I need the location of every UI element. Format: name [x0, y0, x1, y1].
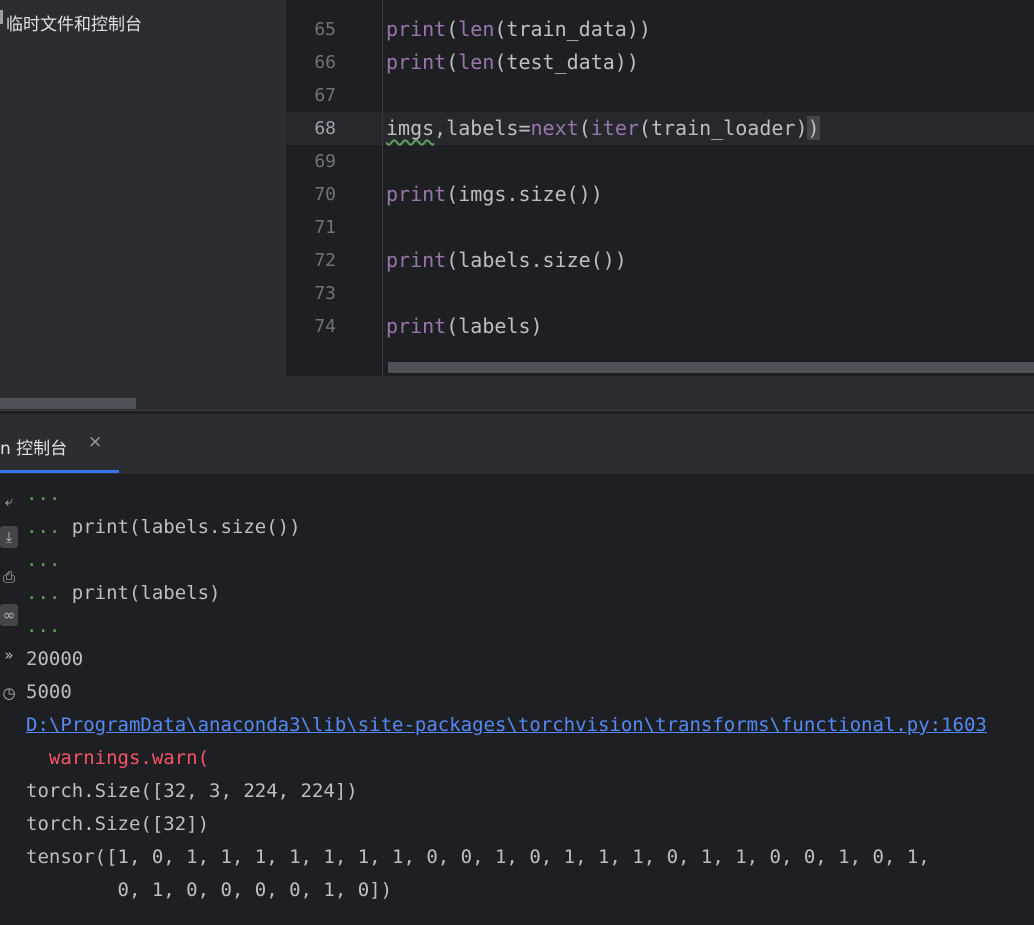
code-token: ,labels [434, 116, 519, 140]
code-token: print [386, 314, 447, 338]
history-icon[interactable]: ◷ [0, 682, 18, 704]
project-panel-scrollbar[interactable] [0, 398, 136, 409]
line-number: 72 [314, 250, 336, 271]
soft-wrap-icon[interactable]: ⤶ [0, 490, 18, 512]
code-token: print [386, 248, 447, 272]
line-number: 74 [314, 316, 336, 337]
console-line: ... print(labels.size()) [26, 511, 301, 544]
console-output[interactable]: ... ... print(labels.size()) ... ... pri… [22, 474, 1034, 925]
code-token: (train_data)) [494, 17, 651, 41]
console-line: ... [26, 544, 60, 577]
code-token: len [458, 17, 495, 41]
code-token: ( [446, 50, 459, 74]
matching-bracket: ) [807, 116, 820, 140]
console-output-line: tensor([1, 0, 1, 1, 1, 1, 1, 1, 1, 0, 0,… [26, 846, 930, 868]
console-output-line: 20000 [26, 648, 84, 670]
code-token: (imgs.size()) [446, 182, 603, 206]
console-text: print(labels) [60, 582, 221, 604]
code-token: iter [590, 116, 639, 140]
code-token: (train_loader) [638, 116, 808, 140]
code-line[interactable]: print(len(test_data)) [386, 46, 639, 79]
console-output-line: 5000 [26, 681, 72, 703]
code-token: print [386, 17, 447, 41]
editor-footer [286, 376, 1034, 410]
code-token: (test_data)) [494, 50, 639, 74]
line-number-gutter: 65 66 67 68 69 70 71 72 73 74 [286, 0, 382, 376]
scratches-and-consoles-item[interactable]: 临时文件和控制台 [6, 10, 142, 35]
console-prompt: ... [26, 516, 61, 538]
console-header [0, 414, 1034, 474]
code-token: = [518, 116, 531, 140]
line-number: 73 [314, 283, 336, 304]
code-line-current[interactable]: imgs,labels=next(iter(train_loader)) [386, 112, 820, 145]
close-icon[interactable]: × [88, 432, 102, 452]
console-output-line: torch.Size([32]) [26, 813, 210, 835]
console-line: ... [26, 478, 60, 511]
code-token: ( [446, 17, 459, 41]
print-icon[interactable]: ⎙ [0, 566, 18, 588]
code-token: imgs [386, 116, 435, 140]
code-token: ( [578, 116, 591, 140]
line-number: 66 [314, 52, 336, 73]
code-token: len [458, 50, 495, 74]
code-token: print [386, 182, 447, 206]
more-icon[interactable]: » [0, 644, 18, 666]
console-prompt: ... [26, 615, 61, 637]
scroll-to-end-icon[interactable]: ⤓ [0, 526, 18, 548]
code-token: (labels) [446, 314, 543, 338]
code-line[interactable]: print(labels) [386, 310, 543, 343]
console-line: ... [26, 610, 60, 643]
line-number: 71 [314, 217, 336, 238]
editor-horizontal-scrollbar[interactable] [388, 362, 1034, 373]
warning-line: warnings.warn( [26, 747, 210, 769]
project-panel: 临时文件和控制台 [0, 0, 286, 410]
console-tab-label: n 控制台 [0, 439, 68, 459]
file-link[interactable]: D:\ProgramData\anaconda3\lib\site-packag… [26, 709, 987, 742]
console-prompt: ... [26, 582, 61, 604]
code-line[interactable]: print(imgs.size()) [386, 178, 603, 211]
line-number: 68 [314, 118, 336, 139]
console-output-line: 0, 1, 0, 0, 0, 0, 1, 0]) [26, 879, 393, 901]
console-line: ... print(labels) [26, 577, 220, 610]
code-editor[interactable]: 65 66 67 68 69 70 71 72 73 74 print(len(… [286, 0, 1034, 376]
glasses-icon[interactable]: ∞ [0, 604, 18, 626]
line-number: 70 [314, 184, 336, 205]
console-prompt: ... [26, 483, 61, 505]
gutter-separator [382, 0, 383, 376]
code-token: print [386, 50, 447, 74]
line-number: 69 [314, 151, 336, 172]
console-text: print(labels.size()) [60, 516, 301, 538]
code-line[interactable]: print(labels.size()) [386, 244, 627, 277]
console-output-line: torch.Size([32, 3, 224, 224]) [26, 780, 358, 802]
console-prompt: ... [26, 549, 61, 571]
line-number: 65 [314, 19, 336, 40]
code-token: next [530, 116, 579, 140]
line-number: 67 [314, 85, 336, 106]
console-toolbar: ⤶ ⤓ ⎙ ∞ » ◷ [0, 474, 22, 925]
code-line[interactable]: print(len(train_data)) [386, 13, 651, 46]
code-token: (labels.size()) [446, 248, 627, 272]
folder-icon [0, 10, 3, 24]
active-tab-indicator [0, 470, 119, 473]
